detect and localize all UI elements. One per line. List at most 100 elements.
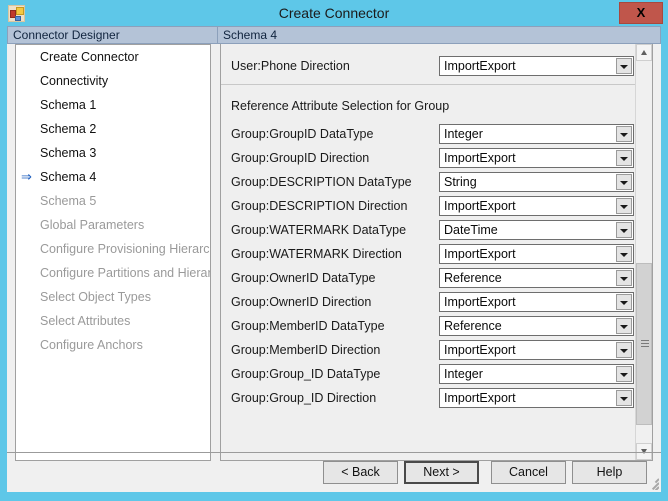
chevron-down-icon[interactable]	[616, 150, 632, 166]
chevron-down-icon[interactable]	[616, 342, 632, 358]
row-label: Group:MemberID Direction	[231, 343, 381, 357]
dropdown-value: ImportExport	[444, 295, 516, 309]
form-row-group-groupid-datatype: Group:GroupID DataType Integer	[221, 122, 636, 146]
title-bar: Create Connector X	[0, 0, 668, 26]
sidebar-item-select-object-types: Select Object Types	[16, 285, 210, 309]
sidebar-item-label: Select Attributes	[40, 314, 131, 328]
row-label: Group:OwnerID Direction	[231, 295, 372, 309]
chevron-down-icon[interactable]	[616, 270, 632, 286]
row-label: User:Phone Direction	[231, 59, 350, 73]
form-row-group-groupid-direction: Group:GroupID Direction ImportExport	[221, 146, 636, 170]
content-scrollbar[interactable]	[635, 44, 652, 460]
group-memberid-datatype-dropdown[interactable]: Reference	[439, 316, 634, 336]
chevron-down-icon[interactable]	[616, 366, 632, 382]
row-label: Group:MemberID DataType	[231, 319, 385, 333]
create-connector-window: Create Connector X Connector Designer Sc…	[0, 0, 668, 501]
row-label: Group:Group_ID DataType	[231, 367, 381, 381]
sidebar-item-label: Connectivity	[40, 74, 109, 88]
form-row-group-ownerid-direction: Group:OwnerID Direction ImportExport	[221, 290, 636, 314]
sidebar-item-label: Configure Provisioning Hierarchy	[40, 242, 211, 256]
form-row-group-watermark-datatype: Group:WATERMARK DataType DateTime	[221, 218, 636, 242]
sidebar-item-configure-provisioning-hierarchy: Configure Provisioning Hierarchy	[16, 237, 210, 261]
group-description-datatype-dropdown[interactable]: String	[439, 172, 634, 192]
back-button[interactable]: < Back	[323, 461, 398, 484]
dialog-footer: < Back Next > Cancel Help	[7, 452, 661, 492]
row-label: Group:DESCRIPTION Direction	[231, 199, 408, 213]
cancel-button[interactable]: Cancel	[491, 461, 566, 484]
close-button[interactable]: X	[619, 2, 663, 24]
chevron-down-icon[interactable]	[616, 390, 632, 406]
group-ownerid-datatype-dropdown[interactable]: Reference	[439, 268, 634, 288]
chevron-down-icon[interactable]	[616, 318, 632, 334]
dropdown-value: ImportExport	[444, 247, 516, 261]
sidebar-item-create-connector[interactable]: Create Connector	[16, 45, 210, 69]
dropdown-value: Reference	[444, 319, 502, 333]
help-button[interactable]: Help	[572, 461, 647, 484]
sidebar-item-label: Create Connector	[40, 50, 139, 64]
chevron-down-icon[interactable]	[616, 246, 632, 262]
sidebar-item-schema-4[interactable]: ⇒ Schema 4	[16, 165, 210, 189]
left-panel-header: Connector Designer	[7, 26, 218, 44]
group-watermark-datatype-dropdown[interactable]: DateTime	[439, 220, 634, 240]
form-row-group-memberid-datatype: Group:MemberID DataType Reference	[221, 314, 636, 338]
dropdown-value: Integer	[444, 367, 483, 381]
sidebar-item-label: Configure Anchors	[40, 338, 143, 352]
next-button[interactable]: Next >	[404, 461, 479, 484]
group-groupid-direction-dropdown[interactable]: ImportExport	[439, 148, 634, 168]
form-row-group-group-id-direction: Group:Group_ID Direction ImportExport	[221, 386, 636, 410]
dropdown-value: String	[444, 175, 477, 189]
sidebar-item-schema-3[interactable]: Schema 3	[16, 141, 210, 165]
group-groupid-datatype-dropdown[interactable]: Integer	[439, 124, 634, 144]
sidebar-item-configure-anchors: Configure Anchors	[16, 333, 210, 357]
chevron-down-icon[interactable]	[616, 126, 632, 142]
sidebar-item-schema-2[interactable]: Schema 2	[16, 117, 210, 141]
form-row-group-description-datatype: Group:DESCRIPTION DataType String	[221, 170, 636, 194]
group-group-id-datatype-dropdown[interactable]: Integer	[439, 364, 634, 384]
dropdown-value: ImportExport	[444, 59, 516, 73]
row-label: Group:GroupID Direction	[231, 151, 370, 165]
group-ownerid-direction-dropdown[interactable]: ImportExport	[439, 292, 634, 312]
section-divider	[221, 84, 636, 85]
chevron-down-icon[interactable]	[616, 174, 632, 190]
sidebar-item-label: Schema 2	[40, 122, 97, 136]
scrollbar-grip-icon	[641, 340, 649, 347]
dropdown-value: ImportExport	[444, 391, 516, 405]
group-memberid-direction-dropdown[interactable]: ImportExport	[439, 340, 634, 360]
group-group-id-direction-dropdown[interactable]: ImportExport	[439, 388, 634, 408]
scrollbar-thumb[interactable]	[636, 263, 652, 425]
form-row-group-watermark-direction: Group:WATERMARK Direction ImportExport	[221, 242, 636, 266]
schema-settings-pane: User:Phone Direction ImportExport Refere…	[220, 44, 653, 461]
form-row-group-memberid-direction: Group:MemberID Direction ImportExport	[221, 338, 636, 362]
row-label: Group:WATERMARK Direction	[231, 247, 402, 261]
sidebar-item-connectivity[interactable]: Connectivity	[16, 69, 210, 93]
chevron-down-icon[interactable]	[616, 294, 632, 310]
form-row-group-description-direction: Group:DESCRIPTION Direction ImportExport	[221, 194, 636, 218]
row-label: Group:WATERMARK DataType	[231, 223, 407, 237]
dropdown-value: ImportExport	[444, 199, 516, 213]
resize-grip-icon[interactable]	[645, 476, 659, 490]
sidebar-item-label: Schema 1	[40, 98, 97, 112]
dropdown-value: Reference	[444, 271, 502, 285]
dropdown-value: ImportExport	[444, 151, 516, 165]
dropdown-value: ImportExport	[444, 343, 516, 357]
section-title: Reference Attribute Selection for Group	[231, 99, 450, 113]
sidebar-item-label: Schema 4	[40, 170, 97, 184]
sidebar-item-schema-5: Schema 5	[16, 189, 210, 213]
wizard-step-list[interactable]: Create Connector Connectivity Schema 1 Sche…	[15, 44, 211, 461]
chevron-down-icon[interactable]	[616, 222, 632, 238]
right-panel-header: Schema 4	[218, 26, 661, 44]
right-arrow-icon: ⇒	[21, 169, 32, 184]
group-watermark-direction-dropdown[interactable]: ImportExport	[439, 244, 634, 264]
scroll-up-button[interactable]	[636, 44, 652, 61]
group-description-direction-dropdown[interactable]: ImportExport	[439, 196, 634, 216]
sidebar-item-label: Select Object Types	[40, 290, 151, 304]
window-title: Create Connector	[278, 5, 390, 21]
dropdown-value: DateTime	[444, 223, 498, 237]
row-label: Group:OwnerID DataType	[231, 271, 376, 285]
chevron-down-icon[interactable]	[616, 58, 632, 74]
user-phone-direction-dropdown[interactable]: ImportExport	[439, 56, 634, 76]
row-label: Group:Group_ID Direction	[231, 391, 377, 405]
sidebar-item-schema-1[interactable]: Schema 1	[16, 93, 210, 117]
chevron-down-icon[interactable]	[616, 198, 632, 214]
sidebar-item-configure-partitions-and-hierarchies: Configure Partitions and Hierarchies	[16, 261, 210, 285]
